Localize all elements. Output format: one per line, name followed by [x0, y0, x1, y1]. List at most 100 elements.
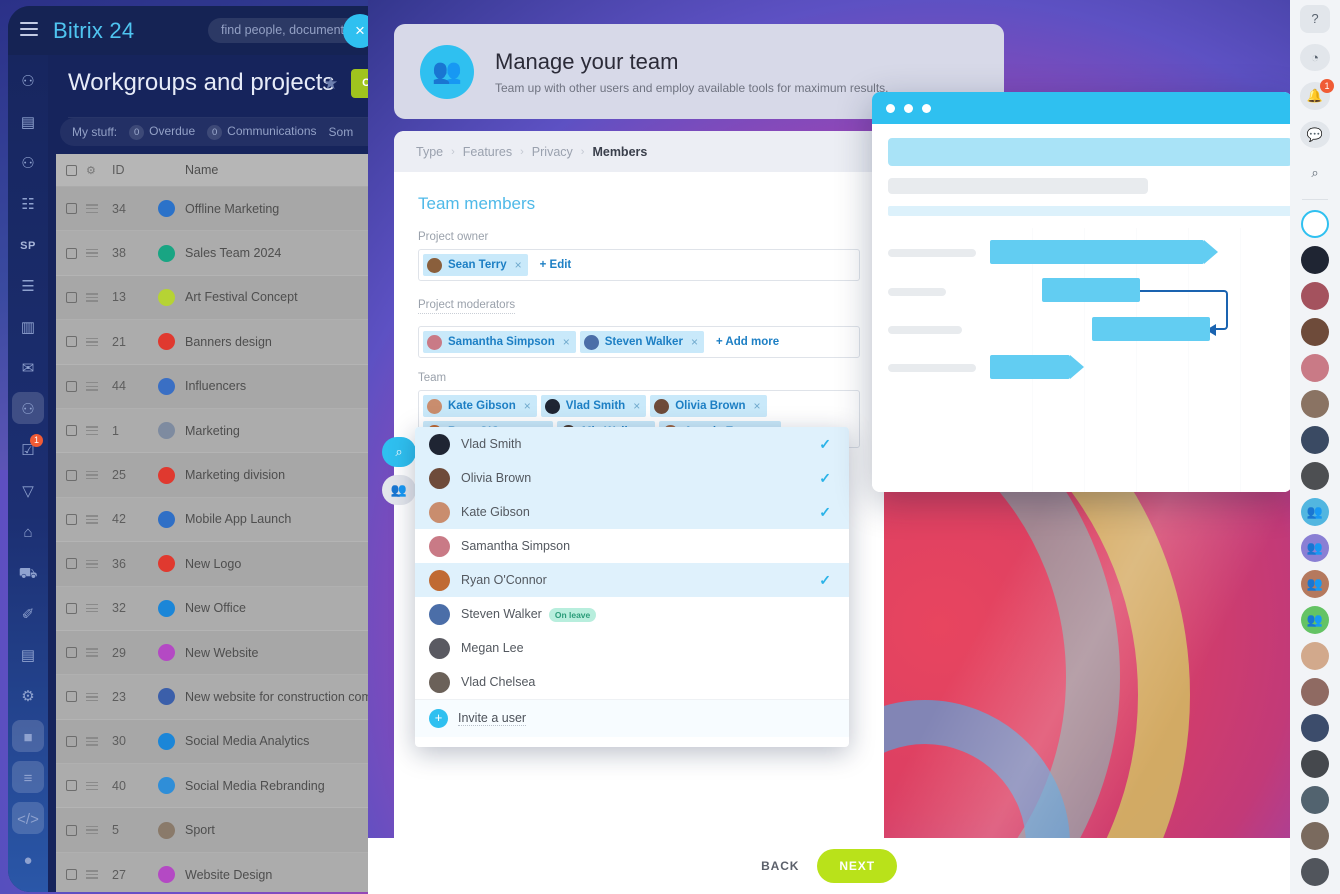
avatar-user-13[interactable] — [1301, 821, 1329, 850]
row-checkbox[interactable] — [56, 558, 86, 570]
gantt-bar-2[interactable] — [1042, 278, 1140, 302]
row-drag-handle-icon[interactable] — [86, 513, 112, 526]
menu-burger-icon[interactable] — [20, 22, 38, 36]
row-drag-handle-icon[interactable] — [86, 602, 112, 615]
window-dot-maximize[interactable] — [922, 103, 931, 113]
drive-icon[interactable]: ▥ — [8, 307, 48, 348]
table-row[interactable]: 5 Sport — [56, 808, 390, 853]
user-tag[interactable]: Samantha Simpson × — [423, 331, 576, 353]
row-checkbox[interactable] — [56, 336, 86, 348]
gantt-bar-3[interactable] — [1092, 317, 1210, 341]
grid-settings-icon[interactable]: ⚙ — [86, 164, 112, 177]
breadcrumb-item-privacy[interactable]: Privacy — [532, 145, 573, 159]
row-checkbox[interactable] — [56, 691, 86, 703]
back-button[interactable]: BACK — [761, 859, 799, 873]
row-drag-handle-icon[interactable] — [86, 824, 112, 837]
avatar-group-4[interactable]: 👥 — [1301, 605, 1329, 634]
filter-item-0[interactable]: 0 Overdue — [129, 124, 195, 140]
breadcrumb-item-type[interactable]: Type — [416, 145, 443, 159]
group-users-fab[interactable]: 👥 — [382, 475, 416, 505]
favorite-star-icon[interactable]: ★ — [323, 74, 338, 94]
avatar-user-8[interactable] — [1301, 641, 1329, 670]
user-tag[interactable]: Olivia Brown × — [650, 395, 767, 417]
row-drag-handle-icon[interactable] — [86, 247, 112, 260]
project-moderators-field[interactable]: Samantha Simpson × Steven Walker × + Add mor… — [418, 326, 860, 358]
window-dot-minimize[interactable] — [904, 103, 913, 113]
user-picker-item[interactable]: Steven Walker On leave — [415, 597, 849, 631]
user-picker-item[interactable]: Ryan O'Connor ✓ — [415, 563, 849, 597]
automation-icon[interactable]: ⚙ — [8, 676, 48, 717]
column-header-name[interactable]: Name — [185, 163, 390, 177]
row-checkbox[interactable] — [56, 380, 86, 392]
avatar-group-1[interactable]: 👥 — [1301, 497, 1329, 526]
row-drag-handle-icon[interactable] — [86, 691, 112, 704]
user-picker-item[interactable]: Olivia Brown ✓ — [415, 461, 849, 495]
remove-tag-icon[interactable]: × — [563, 335, 570, 349]
crm-funnel-icon[interactable]: ▽ — [8, 471, 48, 512]
tasks-icon[interactable]: ☑ 1 — [8, 430, 48, 471]
user-picker-item[interactable]: Megan Lee — [415, 631, 849, 665]
sites-pages-icon[interactable]: SP — [8, 225, 48, 266]
row-checkbox[interactable] — [56, 203, 86, 215]
avatar-user-7[interactable] — [1301, 461, 1329, 490]
project-owner-field[interactable]: Sean Terry × + Edit — [418, 249, 860, 281]
table-row[interactable]: 27 Website Design — [56, 852, 390, 892]
row-drag-handle-icon[interactable] — [86, 380, 112, 393]
row-checkbox[interactable] — [56, 247, 86, 259]
avatar-user-12[interactable] — [1301, 785, 1329, 814]
row-drag-handle-icon[interactable] — [86, 202, 112, 215]
row-checkbox[interactable] — [56, 469, 86, 481]
news-feed-icon[interactable]: ▤ — [8, 102, 48, 143]
edit-owner-button[interactable]: + Edit — [532, 259, 580, 271]
user-tag[interactable]: Vlad Smith × — [540, 395, 647, 417]
row-checkbox[interactable] — [56, 602, 86, 614]
user-picker-item[interactable]: Samantha Simpson — [415, 529, 849, 563]
remove-tag-icon[interactable]: × — [633, 399, 640, 413]
row-drag-handle-icon[interactable] — [86, 779, 112, 792]
row-checkbox[interactable] — [56, 869, 86, 881]
calendar-icon[interactable]: ☷ — [8, 184, 48, 225]
row-checkbox[interactable] — [56, 513, 86, 525]
avatar-user-11[interactable] — [1301, 749, 1329, 778]
gantt-bar-1[interactable] — [990, 240, 1204, 264]
documents-icon[interactable]: ☰ — [8, 266, 48, 307]
window-dot-close[interactable] — [886, 103, 895, 113]
row-checkbox[interactable] — [56, 425, 86, 437]
table-row[interactable]: 32 New Office — [56, 586, 390, 631]
avatar-user-3[interactable] — [1301, 317, 1329, 346]
table-row[interactable]: 38 Sales Team 2024 — [56, 231, 390, 276]
remove-tag-icon[interactable]: × — [515, 258, 522, 272]
table-row[interactable]: 25 Marketing division — [56, 453, 390, 498]
row-drag-handle-icon[interactable] — [86, 557, 112, 570]
table-row[interactable]: 13 Art Festival Concept — [56, 276, 390, 321]
row-checkbox[interactable] — [56, 780, 86, 792]
row-drag-handle-icon[interactable] — [86, 646, 112, 659]
table-row[interactable]: 30 Social Media Analytics — [56, 720, 390, 765]
avatar-user-2[interactable] — [1301, 281, 1329, 310]
next-button[interactable]: NEXT — [817, 849, 897, 883]
table-row[interactable]: 42 Mobile App Launch — [56, 497, 390, 543]
breadcrumb-item-features[interactable]: Features — [463, 145, 512, 159]
company-icon[interactable]: ⌂ — [8, 512, 48, 553]
table-row[interactable]: 44 Influencers — [56, 365, 390, 409]
avatar-group-2[interactable]: 👥 — [1301, 533, 1329, 562]
mail-icon[interactable]: ✉ — [8, 348, 48, 389]
avatar-user-9[interactable] — [1301, 677, 1329, 706]
filter-bar[interactable]: My stuff: 0 Overdue 0 Communications Som — [60, 118, 390, 146]
crm-analytics-icon[interactable]: ■ — [8, 717, 48, 758]
table-row[interactable]: 23 New website for construction compa — [56, 675, 390, 720]
messages-icon[interactable]: 💬 — [1300, 120, 1330, 149]
avatar-user-14[interactable] — [1301, 857, 1329, 886]
user-picker-item[interactable]: Kate Gibson ✓ — [415, 495, 849, 529]
search-users-fab[interactable]: ⌕ — [382, 437, 416, 467]
avatar-user-10[interactable] — [1301, 713, 1329, 742]
notifications-icon[interactable]: 🔔 1 — [1300, 79, 1334, 110]
row-drag-handle-icon[interactable] — [86, 469, 112, 482]
reports-icon[interactable]: ≡ — [8, 758, 48, 799]
contact-center-icon[interactable]: ▤ — [8, 635, 48, 676]
row-checkbox[interactable] — [56, 824, 86, 836]
row-checkbox[interactable] — [56, 291, 86, 303]
avatar-invite[interactable] — [1301, 209, 1329, 238]
online-store-icon[interactable]: ⛟ — [8, 553, 48, 594]
remove-tag-icon[interactable]: × — [524, 399, 531, 413]
